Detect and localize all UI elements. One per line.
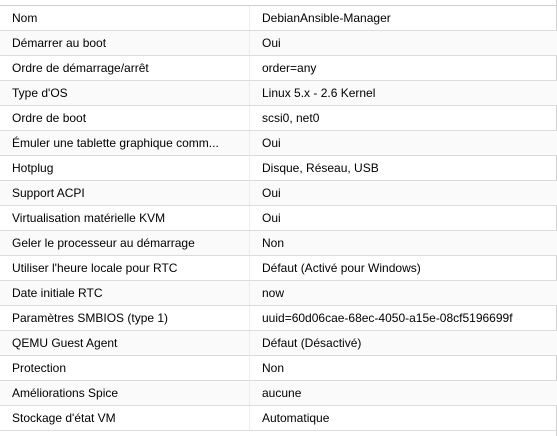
option-key: Ordre de démarrage/arrêt xyxy=(0,56,250,80)
option-row-os-type[interactable]: Type d'OS Linux 5.x - 2.6 Kernel xyxy=(0,81,557,106)
option-value: Linux 5.x - 2.6 Kernel xyxy=(262,86,376,100)
option-row-hotplug[interactable]: Hotplug Disque, Réseau, USB xyxy=(0,156,557,181)
option-row-freeze-cpu[interactable]: Geler le processeur au démarrage Non xyxy=(0,231,557,256)
option-key: Démarrer au boot xyxy=(0,31,250,55)
option-value: Oui xyxy=(262,186,281,200)
option-key: QEMU Guest Agent xyxy=(0,331,250,355)
option-row-localtime[interactable]: Utiliser l'heure locale pour RTC Défaut … xyxy=(0,256,557,281)
option-row-spice[interactable]: Améliorations Spice aucune xyxy=(0,381,557,406)
option-key: Ordre de boot xyxy=(0,106,250,130)
option-row-tablet[interactable]: Émuler une tablette graphique comm... Ou… xyxy=(0,131,557,156)
option-row-boot-order[interactable]: Ordre de boot scsi0, net0 xyxy=(0,106,557,131)
option-key: Améliorations Spice xyxy=(0,381,250,405)
option-value: Oui xyxy=(262,36,281,50)
option-row-protection[interactable]: Protection Non xyxy=(0,356,557,381)
option-value: DebianAnsible-Manager xyxy=(262,11,391,25)
vm-options-grid: Nom DebianAnsible-Manager Démarrer au bo… xyxy=(0,5,557,431)
option-key: Émuler une tablette graphique comm... xyxy=(0,131,250,155)
option-row-startup-order[interactable]: Ordre de démarrage/arrêt order=any xyxy=(0,56,557,81)
option-key: Type d'OS xyxy=(0,81,250,105)
option-value: aucune xyxy=(262,386,302,400)
option-value: Oui xyxy=(262,136,281,150)
option-row-vmstate-storage[interactable]: Stockage d'état VM Automatique xyxy=(0,406,557,431)
option-key: Utiliser l'heure locale pour RTC xyxy=(0,256,250,280)
option-value: Oui xyxy=(262,211,281,225)
option-key: Geler le processeur au démarrage xyxy=(0,231,250,255)
option-key: Date initiale RTC xyxy=(0,281,250,305)
option-key: Support ACPI xyxy=(0,181,250,205)
option-value: Disque, Réseau, USB xyxy=(262,161,379,175)
option-key: Paramètres SMBIOS (type 1) xyxy=(0,306,250,330)
option-key: Virtualisation matérielle KVM xyxy=(0,206,250,230)
option-row-acpi[interactable]: Support ACPI Oui xyxy=(0,181,557,206)
option-value: order=any xyxy=(262,61,317,75)
option-value: Non xyxy=(262,361,285,375)
option-key: Stockage d'état VM xyxy=(0,406,250,430)
option-value: now xyxy=(262,286,285,300)
option-value: scsi0, net0 xyxy=(262,111,320,125)
option-row-start-at-boot[interactable]: Démarrer au boot Oui xyxy=(0,31,557,56)
option-key: Hotplug xyxy=(0,156,250,180)
option-row-qemu-agent[interactable]: QEMU Guest Agent Défaut (Désactivé) xyxy=(0,331,557,356)
option-value: Défaut (Désactivé) xyxy=(262,336,362,350)
option-row-kvm[interactable]: Virtualisation matérielle KVM Oui xyxy=(0,206,557,231)
option-value: Non xyxy=(262,236,285,250)
option-value: Automatique xyxy=(262,411,330,425)
option-row-rtc-start-date[interactable]: Date initiale RTC now xyxy=(0,281,557,306)
option-value: Défaut (Activé pour Windows) xyxy=(262,261,421,275)
option-key: Nom xyxy=(0,6,250,30)
option-row-name[interactable]: Nom DebianAnsible-Manager xyxy=(0,6,557,31)
option-row-smbios[interactable]: Paramètres SMBIOS (type 1) uuid=60d06cae… xyxy=(0,306,557,331)
option-value: uuid=60d06cae-68ec-4050-a15e-08cf5196699… xyxy=(262,311,513,325)
option-key: Protection xyxy=(0,356,250,380)
